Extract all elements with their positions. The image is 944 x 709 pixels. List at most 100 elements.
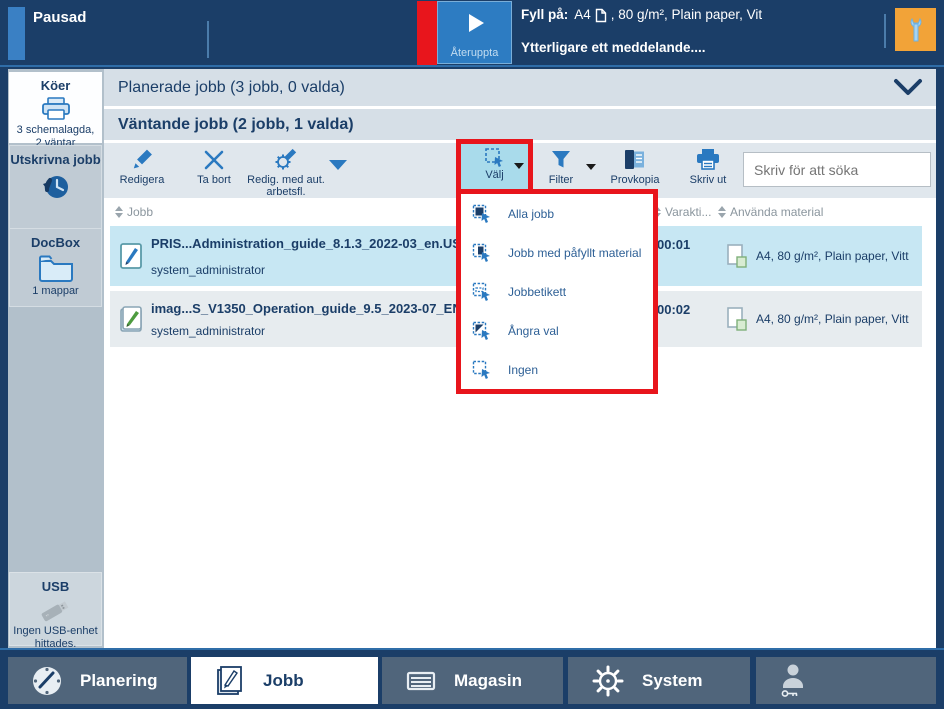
job-owner: system_administrator	[151, 324, 265, 338]
sidebar-item-usb[interactable]: USB ** Ingen USB-enhet hittades.	[9, 572, 102, 646]
print-icon	[694, 147, 722, 173]
job-title: imag...S_V1350_Operation_guide_9.5_2023-…	[151, 301, 505, 316]
select-icon	[484, 147, 506, 169]
edit-with-workflow-button[interactable]: Redig. med aut. arbetsfl.	[246, 147, 326, 198]
sort-icon	[718, 206, 726, 218]
job-owner: system_administrator	[151, 263, 265, 277]
chevron-down-icon	[892, 75, 924, 99]
filter-dropdown-caret[interactable]	[586, 164, 596, 170]
annotation-red-stripe	[417, 1, 437, 65]
column-header-job[interactable]: Jobb	[115, 205, 153, 219]
jobs-panel: Planerade jobb (3 jobb, 0 valda) Väntand…	[104, 69, 936, 648]
menu-item-job-label[interactable]: Jobbetikett	[461, 272, 653, 311]
waiting-jobs-title: Väntande jobb (2 jobb, 1 valda)	[118, 116, 354, 134]
media-sheet-icon	[726, 243, 748, 269]
select-loaded-icon	[472, 243, 492, 263]
docbox-count: 1 mappar	[10, 285, 101, 298]
select-button[interactable]: Välj	[461, 147, 528, 192]
paper-tray-icon	[404, 666, 438, 696]
sidebar-item-queues[interactable]: Köer 3 schemalagda, 2 väntar	[9, 72, 102, 143]
resume-button-label: Återuppta	[438, 47, 511, 59]
maintenance-button[interactable]	[895, 8, 936, 51]
menu-item-jobs-with-loaded-media[interactable]: Jobb med påfyllt material	[461, 233, 653, 272]
job-title: PRIS...Administration_guide_8.1.3_2022-0…	[151, 236, 504, 251]
sort-icon	[115, 206, 123, 218]
sidebar: Köer 3 schemalagda, 2 väntar Utskrivna j…	[8, 69, 104, 648]
proof-copy-button[interactable]: Provkopia	[603, 147, 667, 186]
media-message-rest: , 80 g/m², Plain paper, Vit	[611, 7, 762, 23]
planned-jobs-title: Planerade jobb (3 jobb, 0 valda)	[118, 79, 345, 97]
menu-item-none[interactable]: Ingen	[461, 350, 653, 389]
workflow-dropdown-caret[interactable]	[329, 160, 347, 170]
pdf-job-icon	[119, 242, 143, 270]
close-icon	[201, 147, 227, 173]
printed-jobs-history-icon	[39, 170, 73, 204]
tab-jobs[interactable]: Jobb	[191, 657, 378, 704]
tab-trays-label: Magasin	[454, 671, 522, 691]
additional-message: Ytterligare ett meddelande....	[521, 40, 706, 55]
media-message-size: A4	[574, 7, 591, 23]
top-status-bar: Pausad Återuppta Fyll på: A4 , 80 g/m², …	[0, 0, 944, 67]
topbar-divider	[207, 21, 209, 58]
waiting-jobs-header[interactable]: Väntande jobb (2 jobb, 1 valda)	[104, 109, 936, 140]
select-dropdown-menu: Alla jobb Jobb med påfyllt material Jobb…	[456, 189, 658, 394]
filter-icon	[548, 147, 574, 173]
select-dropdown-caret[interactable]	[514, 163, 524, 169]
jobs-icon	[213, 664, 247, 698]
folder-icon	[36, 253, 76, 283]
column-header-duration[interactable]: Varakti...	[653, 205, 711, 219]
job-duration: 00:01	[657, 237, 690, 252]
tab-trays[interactable]: Magasin	[382, 657, 563, 704]
usb-stick-icon: **	[35, 597, 77, 623]
pdf-job-icon	[119, 305, 143, 333]
tab-system[interactable]: System	[568, 657, 750, 704]
search-box	[743, 152, 931, 187]
tab-system-label: System	[642, 671, 702, 691]
menu-item-all-jobs[interactable]: Alla jobb	[461, 194, 653, 233]
media-message: Fyll på: A4 , 80 g/m², Plain paper, Vit	[521, 7, 762, 23]
select-all-icon	[472, 204, 492, 224]
select-label: Välj	[485, 169, 503, 181]
topbar-divider-right	[884, 14, 886, 48]
select-label-icon	[472, 282, 492, 302]
sidebar-item-docbox[interactable]: DocBox 1 mappar	[9, 228, 102, 307]
search-input[interactable]	[744, 162, 941, 178]
tab-planning[interactable]: Planering	[8, 657, 187, 704]
user-key-icon	[778, 662, 812, 700]
queues-label: Köer	[9, 72, 102, 93]
status-accent-bar	[8, 7, 25, 60]
wrench-icon	[904, 16, 928, 44]
clock-icon	[30, 664, 64, 698]
edit-button[interactable]: Redigera	[111, 147, 173, 186]
undo-selection-icon	[472, 321, 492, 341]
job-media: A4, 80 g/m², Plain paper, Vitt	[726, 243, 909, 269]
resume-button[interactable]: Återuppta	[437, 1, 512, 64]
docbox-label: DocBox	[10, 229, 101, 250]
page-icon	[595, 8, 607, 23]
menu-item-undo-selection[interactable]: Ångra val	[461, 311, 653, 350]
column-header-media[interactable]: Använda material	[718, 205, 823, 219]
edit-with-workflow-label-line1: Redig. med aut.	[247, 174, 325, 186]
print-button[interactable]: Skriv ut	[678, 147, 738, 186]
proof-copy-icon	[621, 147, 649, 173]
job-media: A4, 80 g/m², Plain paper, Vitt	[726, 306, 909, 332]
edit-with-workflow-label-line2: arbetsfl.	[266, 186, 305, 198]
expand-planned-jobs-button[interactable]	[892, 75, 924, 104]
select-none-icon	[472, 360, 492, 380]
filter-label: Filter	[549, 174, 573, 186]
tab-user-login[interactable]	[756, 657, 936, 704]
proof-copy-label: Provkopia	[611, 174, 660, 186]
media-sheet-icon	[726, 306, 748, 332]
queues-scheduled: 3 schemalagda,	[9, 124, 102, 137]
usb-status-line1: Ingen USB-enhet	[10, 625, 101, 638]
printer-status: Pausad	[33, 9, 86, 26]
bottom-navigation: Planering Jobb Magasin	[0, 648, 944, 709]
filter-button[interactable]: Filter	[530, 147, 592, 186]
delete-button[interactable]: Ta bort	[183, 147, 245, 186]
sidebar-item-printed-jobs[interactable]: Utskrivna jobb	[9, 145, 102, 239]
gear-pencil-icon	[273, 147, 299, 173]
print-label: Skriv ut	[690, 174, 727, 186]
planned-jobs-header[interactable]: Planerade jobb (3 jobb, 0 valda)	[104, 69, 936, 106]
tab-jobs-label: Jobb	[263, 671, 304, 691]
job-duration: 00:02	[657, 302, 690, 317]
